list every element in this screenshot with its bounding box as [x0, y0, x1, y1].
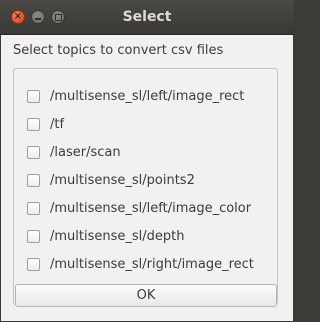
- topic-item[interactable]: /tf: [27, 114, 64, 134]
- topic-label: /tf: [50, 116, 65, 132]
- topic-checkbox[interactable]: [27, 257, 40, 271]
- topic-checkbox[interactable]: [27, 201, 40, 215]
- dialog-content: Select topics to convert csv files /mult…: [1, 35, 293, 321]
- topic-item[interactable]: /laser/scan: [27, 142, 121, 162]
- select-dialog-window: × Select Select topics to convert csv fi…: [0, 0, 294, 322]
- topic-label: /multisense_sl/depth: [50, 228, 185, 244]
- topic-checkbox[interactable]: [27, 145, 40, 159]
- topic-item[interactable]: /multisense_sl/left/image_color: [27, 198, 251, 218]
- topic-checkbox[interactable]: [27, 117, 40, 131]
- topic-checkbox[interactable]: [27, 89, 40, 103]
- topic-label: /laser/scan: [50, 144, 121, 160]
- topic-label: /multisense_sl/points2: [50, 172, 195, 188]
- topic-label: /multisense_sl/right/image_rect: [50, 256, 254, 272]
- topic-checkbox[interactable]: [27, 229, 40, 243]
- topic-item[interactable]: /multisense_sl/right/image_rect: [27, 254, 254, 274]
- topic-label: /multisense_sl/left/image_color: [50, 200, 252, 216]
- topic-item[interactable]: /multisense_sl/points2: [27, 170, 195, 190]
- window-title: Select: [122, 9, 172, 25]
- topic-item[interactable]: /multisense_sl/left/image_rect: [27, 86, 244, 106]
- title-bar[interactable]: × Select: [0, 0, 294, 35]
- topic-checkbox[interactable]: [27, 173, 40, 187]
- topic-item[interactable]: /multisense_sl/depth: [27, 226, 185, 246]
- topic-list: /multisense_sl/left/image_rect /tf /lase…: [13, 68, 278, 305]
- topic-label: /multisense_sl/left/image_rect: [50, 88, 245, 104]
- dialog-prompt: Select topics to convert csv files: [13, 43, 224, 58]
- ok-button[interactable]: OK: [15, 284, 277, 307]
